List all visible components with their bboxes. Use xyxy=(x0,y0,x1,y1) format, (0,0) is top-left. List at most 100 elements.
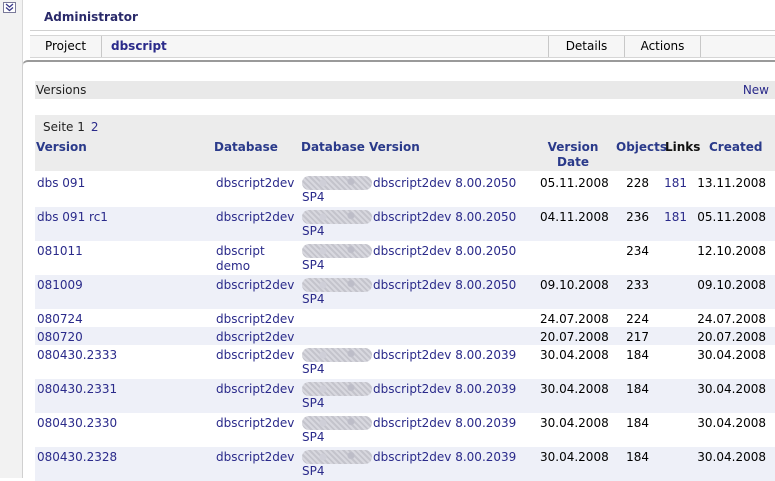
version-date: 30.04.2008 xyxy=(540,450,609,464)
versions-table: Seite 1 2 Version Database Database Versi… xyxy=(35,115,775,481)
column-header-version-date[interactable]: Version Date xyxy=(541,140,605,170)
table-row: 080724 dbscript2dev 24.07.2008 224 24.07… xyxy=(35,309,775,327)
version-link[interactable]: 081009 xyxy=(37,278,83,293)
pager-current: Seite 1 xyxy=(43,120,85,134)
server-cell: SP4 xyxy=(302,450,372,479)
table-header: Seite 1 2 Version Database Database Versi… xyxy=(35,115,775,171)
database-link[interactable]: dbscript2dev xyxy=(216,348,296,363)
objects-count: 224 xyxy=(626,312,649,326)
objects-count: 236 xyxy=(626,210,649,224)
redacted-server-name xyxy=(302,450,372,464)
database-link[interactable]: dbscript2dev xyxy=(216,312,296,327)
database-version-link[interactable]: dbscript2dev 8.00.2050 xyxy=(373,278,516,293)
column-header-created[interactable]: Created xyxy=(709,140,762,155)
project-bar-filler xyxy=(701,36,775,57)
database-version-link[interactable]: dbscript2dev 8.00.2039 xyxy=(373,348,516,363)
server-sp-label: SP4 xyxy=(302,464,325,478)
user-header: Administrator xyxy=(30,5,775,31)
server-cell: SP4 xyxy=(302,382,372,411)
column-header-objects[interactable]: Objects xyxy=(616,140,667,155)
redacted-server-name xyxy=(302,382,372,396)
version-link[interactable]: dbs 091 xyxy=(37,176,85,191)
database-link[interactable]: dbscript demo xyxy=(216,244,296,274)
links-count-link[interactable]: 181 xyxy=(655,176,687,191)
left-gutter xyxy=(0,0,23,478)
created-date: 30.04.2008 xyxy=(697,348,766,362)
version-link[interactable]: 080720 xyxy=(37,330,83,345)
server-cell: SP4 xyxy=(302,176,372,205)
version-link[interactable]: 080430.2333 xyxy=(37,348,117,363)
version-link[interactable]: 080430.2330 xyxy=(37,416,117,431)
column-header-links: Links xyxy=(665,140,701,154)
created-date: 20.07.2008 xyxy=(697,330,766,344)
column-header-database-version[interactable]: Database Version xyxy=(301,140,420,155)
database-version-link[interactable]: dbscript2dev 8.00.2039 xyxy=(373,450,516,465)
version-date: 20.07.2008 xyxy=(540,330,609,344)
project-label: Project xyxy=(30,36,102,57)
database-link[interactable]: dbscript2dev xyxy=(216,450,296,465)
database-version-link[interactable]: dbscript2dev 8.00.2050 xyxy=(373,210,516,225)
server-sp-label: SP4 xyxy=(302,190,325,204)
objects-count: 184 xyxy=(626,416,649,430)
created-date: 30.04.2008 xyxy=(697,450,766,464)
database-version-link[interactable]: dbscript2dev 8.00.2039 xyxy=(373,416,516,431)
server-cell: SP4 xyxy=(302,416,372,445)
version-date: 24.07.2008 xyxy=(540,312,609,326)
table-row: 080430.2328 dbscript2dev SP4 dbscript2de… xyxy=(35,447,775,481)
version-link[interactable]: 080430.2328 xyxy=(37,450,117,465)
version-link[interactable]: 081011 xyxy=(37,244,83,259)
links-count-link[interactable]: 181 xyxy=(655,210,687,225)
server-sp-label: SP4 xyxy=(302,292,325,306)
version-date: 30.04.2008 xyxy=(540,416,609,430)
created-date: 30.04.2008 xyxy=(697,416,766,430)
created-date: 12.10.2008 xyxy=(697,244,766,258)
column-header-database[interactable]: Database xyxy=(214,140,278,155)
server-sp-label: SP4 xyxy=(302,396,325,410)
created-date: 13.11.2008 xyxy=(697,176,766,190)
objects-count: 184 xyxy=(626,348,649,362)
versions-title: Versions xyxy=(36,83,87,97)
server-cell: SP4 xyxy=(302,244,372,273)
user-name: Administrator xyxy=(44,10,138,24)
database-link[interactable]: dbscript2dev xyxy=(216,416,296,431)
version-date: 05.11.2008 xyxy=(540,176,609,190)
version-link[interactable]: 080724 xyxy=(37,312,83,327)
table-row: dbs 091 rc1 dbscript2dev SP4 dbscript2de… xyxy=(35,207,775,241)
database-link[interactable]: dbscript2dev xyxy=(216,176,296,191)
redacted-server-name xyxy=(302,348,372,362)
pager-page-2-link[interactable]: 2 xyxy=(91,120,99,134)
double-chevron-down-icon[interactable] xyxy=(3,2,16,13)
database-link[interactable]: dbscript2dev xyxy=(216,210,296,225)
project-name-link[interactable]: dbscript xyxy=(102,36,549,57)
column-header-version[interactable]: Version xyxy=(36,140,87,155)
server-cell: SP4 xyxy=(302,278,372,307)
database-link[interactable]: dbscript2dev xyxy=(216,330,296,345)
redacted-server-name xyxy=(302,416,372,430)
database-link[interactable]: dbscript2dev xyxy=(216,382,296,397)
table-row: 080430.2331 dbscript2dev SP4 dbscript2de… xyxy=(35,379,775,413)
objects-count: 228 xyxy=(626,176,649,190)
version-link[interactable]: dbs 091 rc1 xyxy=(37,210,108,225)
server-sp-label: SP4 xyxy=(302,258,325,272)
details-tab[interactable]: Details xyxy=(549,36,625,57)
redacted-server-name xyxy=(302,278,372,292)
versions-section-header: Versions New xyxy=(35,81,775,99)
created-date: 24.07.2008 xyxy=(697,312,766,326)
database-link[interactable]: dbscript2dev xyxy=(216,278,296,293)
objects-count: 233 xyxy=(626,278,649,292)
database-version-link[interactable]: dbscript2dev 8.00.2050 xyxy=(373,244,516,259)
database-version-link[interactable]: dbscript2dev 8.00.2050 xyxy=(373,176,516,191)
created-date: 09.10.2008 xyxy=(697,278,766,292)
actions-tab[interactable]: Actions xyxy=(625,36,701,57)
server-sp-label: SP4 xyxy=(302,362,325,376)
version-date: 30.04.2008 xyxy=(540,382,609,396)
new-version-link[interactable]: New xyxy=(743,83,769,97)
created-date: 30.04.2008 xyxy=(697,382,766,396)
database-version-link[interactable]: dbscript2dev 8.00.2039 xyxy=(373,382,516,397)
version-date: 09.10.2008 xyxy=(540,278,609,292)
project-bar: Project dbscript Details Actions xyxy=(30,35,775,58)
server-sp-label: SP4 xyxy=(302,430,325,444)
server-cell: SP4 xyxy=(302,210,372,239)
table-row: 081011 dbscript demo SP4 dbscript2dev 8.… xyxy=(35,241,775,275)
version-link[interactable]: 080430.2331 xyxy=(37,382,117,397)
